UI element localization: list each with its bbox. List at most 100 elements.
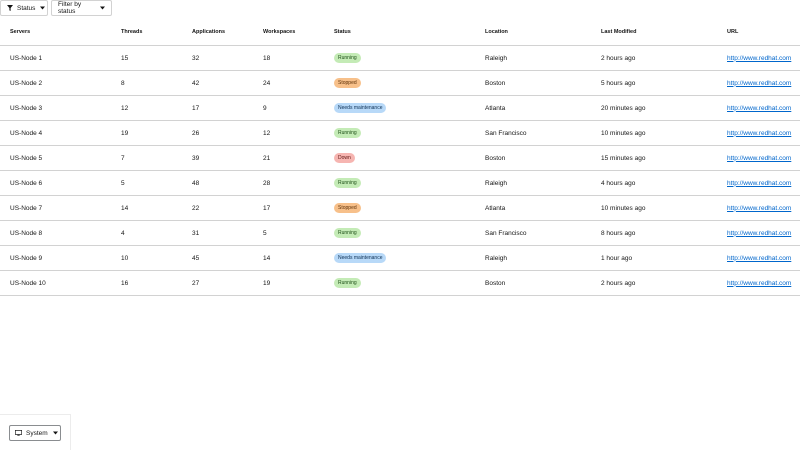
table-body: US-Node 1 15 32 18 Running Raleigh 2 hou…: [0, 45, 800, 296]
column-header-applications[interactable]: Applications: [182, 19, 253, 46]
theme-selector-label: System: [26, 429, 48, 437]
threads-cell: 19: [111, 120, 182, 146]
threads-cell: 12: [111, 95, 182, 121]
workspaces-cell: 5: [253, 220, 324, 246]
caret-down-icon: [40, 6, 46, 10]
location-cell: Boston: [475, 70, 591, 96]
url-link[interactable]: http://www.redhat.com: [727, 230, 791, 237]
column-header-last-modified[interactable]: Last Modified: [591, 19, 717, 46]
server-name-cell: US-Node 1: [0, 45, 111, 71]
filter-by-status-button[interactable]: Filter by status: [51, 0, 112, 16]
url-cell: http://www.redhat.com: [717, 45, 800, 71]
threads-cell: 4: [111, 220, 182, 246]
applications-cell: 39: [182, 145, 253, 171]
url-link[interactable]: http://www.redhat.com: [727, 130, 791, 137]
url-cell: http://www.redhat.com: [717, 95, 800, 121]
status-badge: Needs maintenance: [334, 103, 387, 113]
status-cell: Running: [324, 270, 475, 296]
status-cell: Needs maintenance: [324, 95, 475, 121]
url-cell: http://www.redhat.com: [717, 220, 800, 246]
url-cell: http://www.redhat.com: [717, 245, 800, 271]
location-cell: Atlanta: [475, 195, 591, 221]
last-modified-cell: 5 hours ago: [591, 70, 717, 96]
server-name-cell: US-Node 8: [0, 220, 111, 246]
workspaces-cell: 14: [253, 245, 324, 271]
table-header-row: Servers Threads Applications Workspaces …: [0, 19, 800, 46]
column-header-status[interactable]: Status: [324, 19, 475, 46]
workspaces-cell: 9: [253, 95, 324, 121]
toolbar: Status Filter by status: [0, 0, 112, 16]
threads-cell: 5: [111, 170, 182, 196]
column-header-threads[interactable]: Threads: [111, 19, 182, 46]
url-link[interactable]: http://www.redhat.com: [727, 280, 791, 287]
status-cell: Down: [324, 145, 475, 171]
last-modified-cell: 20 minutes ago: [591, 95, 717, 121]
applications-cell: 22: [182, 195, 253, 221]
url-cell: http://www.redhat.com: [717, 195, 800, 221]
status-badge: Stopped: [334, 203, 361, 213]
status-badge: Running: [334, 178, 361, 188]
last-modified-cell: 15 minutes ago: [591, 145, 717, 171]
table-row: US-Node 9 10 45 14 Needs maintenance Ral…: [0, 245, 800, 271]
status-cell: Running: [324, 220, 475, 246]
url-link[interactable]: http://www.redhat.com: [727, 55, 791, 62]
servers-table: Servers Threads Applications Workspaces …: [0, 19, 800, 296]
server-name-cell: US-Node 2: [0, 70, 111, 96]
workspaces-cell: 28: [253, 170, 324, 196]
applications-cell: 17: [182, 95, 253, 121]
applications-cell: 31: [182, 220, 253, 246]
column-header-url[interactable]: URL: [717, 19, 800, 46]
threads-cell: 8: [111, 70, 182, 96]
applications-cell: 27: [182, 270, 253, 296]
url-link[interactable]: http://www.redhat.com: [727, 80, 791, 87]
status-badge: Needs maintenance: [334, 253, 387, 263]
applications-cell: 26: [182, 120, 253, 146]
applications-cell: 32: [182, 45, 253, 71]
url-link[interactable]: http://www.redhat.com: [727, 155, 791, 162]
column-header-workspaces[interactable]: Workspaces: [253, 19, 324, 46]
filter-by-status-label: Filter by status: [58, 1, 82, 15]
column-header-location[interactable]: Location: [475, 19, 591, 46]
last-modified-cell: 10 minutes ago: [591, 195, 717, 221]
threads-cell: 14: [111, 195, 182, 221]
threads-cell: 10: [111, 245, 182, 271]
server-name-cell: US-Node 3: [0, 95, 111, 121]
last-modified-cell: 1 hour ago: [591, 245, 717, 271]
status-cell: Stopped: [324, 70, 475, 96]
applications-cell: 48: [182, 170, 253, 196]
workspaces-cell: 12: [253, 120, 324, 146]
url-link[interactable]: http://www.redhat.com: [727, 105, 791, 112]
location-cell: Boston: [475, 145, 591, 171]
location-cell: San Francisco: [475, 220, 591, 246]
url-cell: http://www.redhat.com: [717, 70, 800, 96]
last-modified-cell: 2 hours ago: [591, 270, 717, 296]
status-cell: Running: [324, 45, 475, 71]
url-link[interactable]: http://www.redhat.com: [727, 180, 791, 187]
url-link[interactable]: http://www.redhat.com: [727, 205, 791, 212]
applications-cell: 45: [182, 245, 253, 271]
column-header-servers[interactable]: Servers: [0, 19, 111, 46]
status-filter-button[interactable]: Status: [0, 0, 48, 16]
status-badge: Running: [334, 53, 361, 63]
monitor-icon: [15, 430, 22, 436]
location-cell: Raleigh: [475, 170, 591, 196]
status-badge: Running: [334, 278, 361, 288]
page: Status Filter by status Servers Threads …: [0, 0, 800, 450]
theme-selector-button[interactable]: System: [9, 425, 61, 441]
caret-down-icon: [52, 431, 58, 435]
url-cell: http://www.redhat.com: [717, 120, 800, 146]
status-badge: Stopped: [334, 78, 361, 88]
filter-icon: [7, 5, 13, 11]
threads-cell: 16: [111, 270, 182, 296]
status-badge: Running: [334, 128, 361, 138]
threads-cell: 15: [111, 45, 182, 71]
url-cell: http://www.redhat.com: [717, 270, 800, 296]
workspaces-cell: 17: [253, 195, 324, 221]
workspaces-cell: 21: [253, 145, 324, 171]
location-cell: Raleigh: [475, 45, 591, 71]
location-cell: Atlanta: [475, 95, 591, 121]
url-cell: http://www.redhat.com: [717, 170, 800, 196]
url-link[interactable]: http://www.redhat.com: [727, 255, 791, 262]
table-row: US-Node 4 19 26 12 Running San Francisco…: [0, 120, 800, 146]
last-modified-cell: 8 hours ago: [591, 220, 717, 246]
